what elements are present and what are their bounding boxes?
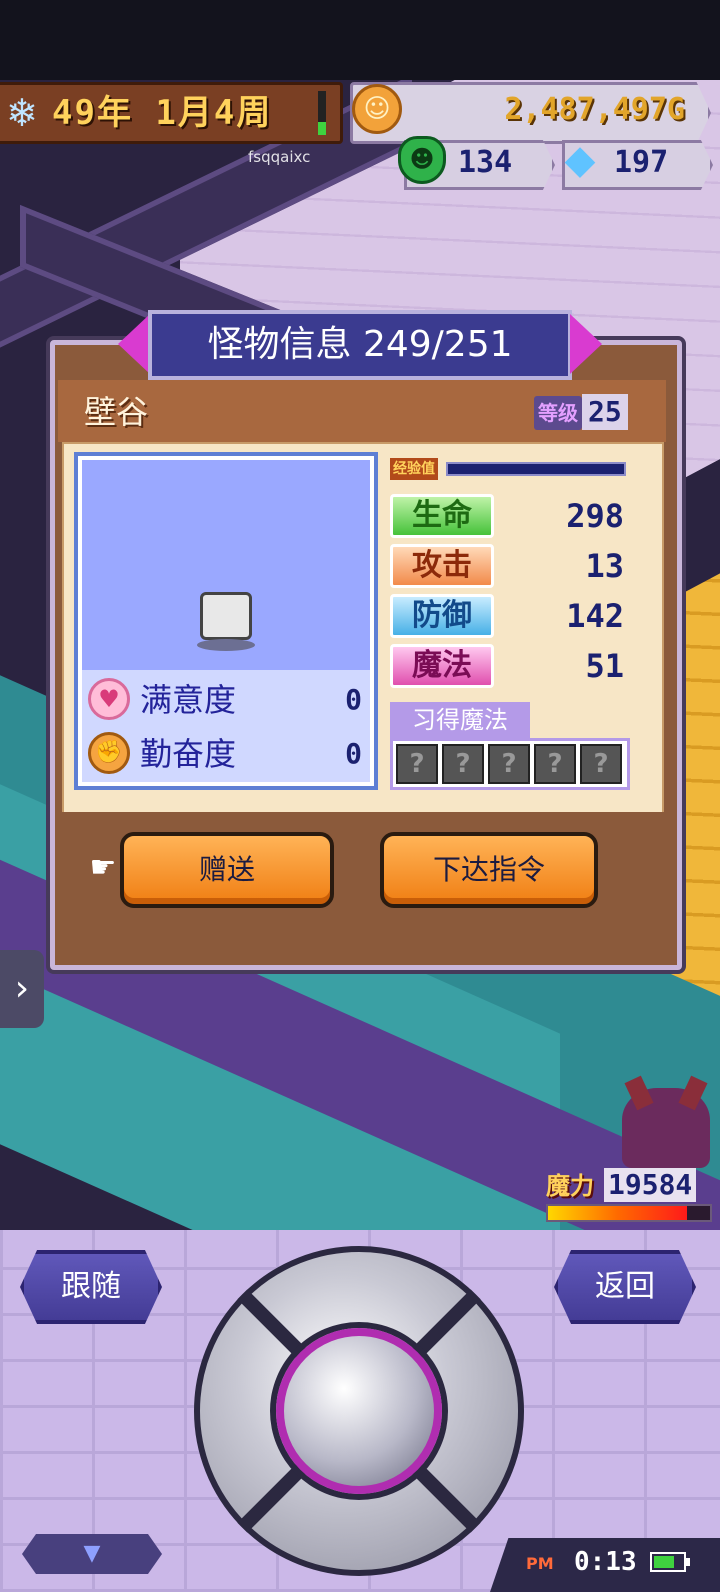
- magic-slot[interactable]: ?: [396, 744, 438, 784]
- next-monster-arrow-icon[interactable]: [570, 314, 602, 374]
- magic-slot[interactable]: ?: [580, 744, 622, 784]
- demon-lord-icon: [622, 1088, 710, 1168]
- exp-bar: [446, 462, 626, 476]
- satisfaction-label: 满意度: [140, 681, 237, 719]
- chevron-right-icon: ›: [14, 968, 30, 1009]
- side-panel-toggle[interactable]: ›: [0, 950, 44, 1028]
- diligence-label: 勤奋度: [140, 735, 237, 773]
- heart-icon: ♥: [88, 678, 130, 720]
- satisfaction-value: 0: [345, 683, 362, 716]
- chevron-down-icon: ▼: [83, 1541, 101, 1566]
- attack-label: 攻击: [390, 544, 494, 588]
- hp-value: 298: [566, 497, 624, 535]
- gem-count: 197: [614, 145, 669, 180]
- magic-slot[interactable]: ?: [442, 744, 484, 784]
- ampm-indicator: PM: [526, 1554, 554, 1573]
- attack-value: 13: [585, 547, 624, 585]
- gold-amount: 2,487,497G: [504, 92, 685, 127]
- magic-slot-list: ? ? ? ? ?: [390, 738, 630, 790]
- follow-button[interactable]: 跟随: [20, 1250, 162, 1324]
- menu-expand-button[interactable]: ▼: [22, 1534, 162, 1574]
- monster-name: 壁谷: [84, 393, 149, 431]
- monster-count: 134: [458, 145, 513, 180]
- diligence-value: 0: [345, 737, 362, 770]
- magic-label: 魔法: [390, 644, 494, 688]
- user-id-watermark: fsqqaixc: [248, 148, 311, 166]
- snowflake-icon: ❄: [6, 91, 38, 135]
- magic-slot[interactable]: ?: [488, 744, 530, 784]
- prev-monster-arrow-icon[interactable]: [118, 314, 150, 374]
- demon-face-icon: ☻: [398, 136, 446, 184]
- command-button[interactable]: 下达指令: [380, 832, 598, 908]
- magic-value: 51: [585, 647, 624, 685]
- top-bar: [0, 0, 720, 80]
- monster-sprite: [197, 592, 255, 651]
- level-value: 25: [582, 394, 628, 430]
- battery-icon: [650, 1552, 690, 1572]
- clock-time: 0:13: [574, 1547, 637, 1577]
- dpad-center-button[interactable]: [276, 1328, 442, 1494]
- dialog-title-bar: 怪物信息 249/251: [118, 306, 602, 384]
- date-panel: ❄ 49年 1月4周: [0, 82, 343, 144]
- fist-icon: ✊: [88, 732, 130, 774]
- back-button[interactable]: 返回: [554, 1250, 696, 1324]
- date-text: 49年 1月4周: [52, 93, 273, 133]
- dialog-title: 怪物信息 249/251: [148, 310, 572, 380]
- date-progress-gauge: [318, 91, 326, 135]
- mana-label: 魔力: [546, 1172, 594, 1200]
- exp-label: 经验值: [390, 458, 438, 480]
- crystal-icon: ◆: [564, 137, 596, 183]
- defense-value: 142: [566, 597, 624, 635]
- magic-slot[interactable]: ?: [534, 744, 576, 784]
- learned-magic-label: 习得魔法: [390, 702, 530, 738]
- mana-value: 19584: [604, 1168, 697, 1202]
- hp-label: 生命: [390, 494, 494, 538]
- give-button[interactable]: 赠送: [120, 832, 334, 908]
- coin-icon: ☺: [352, 84, 402, 134]
- defense-label: 防御: [390, 594, 494, 638]
- mana-bar: [546, 1204, 712, 1222]
- level-label: 等级: [534, 396, 582, 430]
